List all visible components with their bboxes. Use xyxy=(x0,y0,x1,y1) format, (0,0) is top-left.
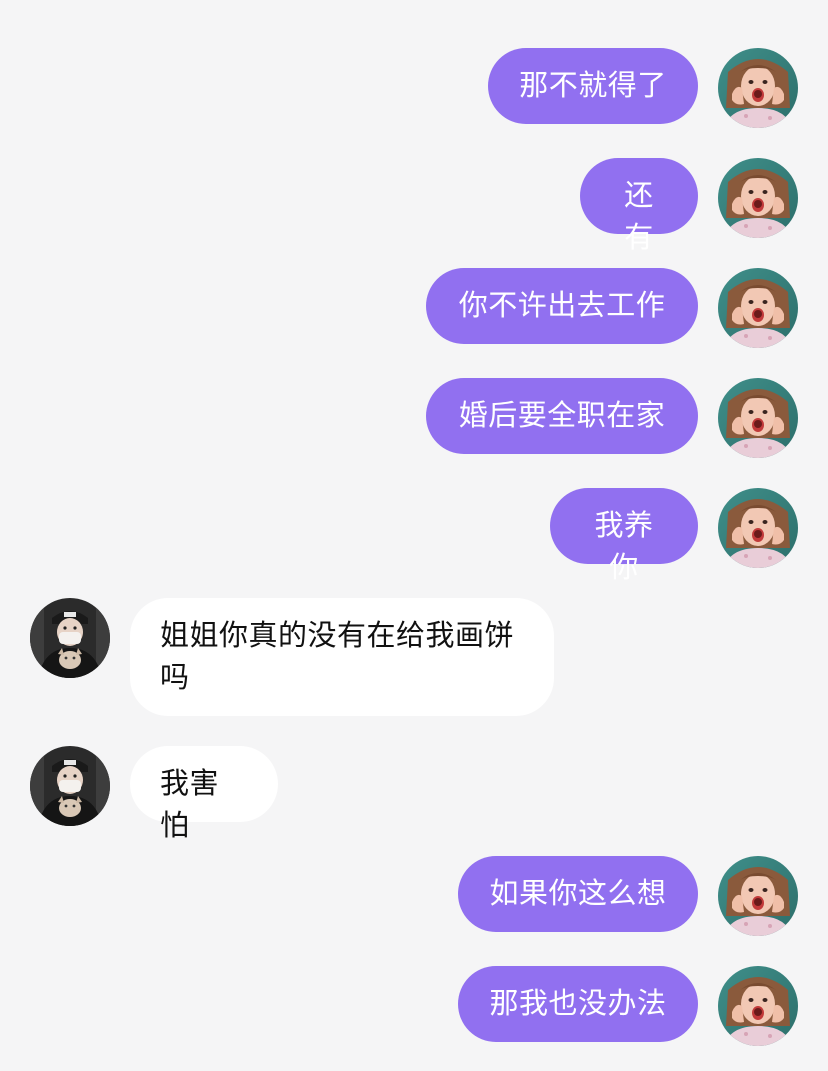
message-row-outgoing: 那我也没办法 xyxy=(0,966,828,1046)
self-avatar[interactable] xyxy=(718,268,798,348)
message-bubble-outgoing[interactable]: 我养你 xyxy=(550,488,698,584)
self-avatar[interactable] xyxy=(718,378,798,458)
self-avatar[interactable] xyxy=(718,48,798,128)
message-bubble-outgoing[interactable]: 如果你这么想 xyxy=(458,856,698,932)
other-avatar[interactable] xyxy=(30,598,110,678)
message-row-outgoing: 那不就得了 xyxy=(0,48,828,128)
message-row-incoming: 姐姐你真的没有在给我画饼吗 xyxy=(0,598,828,716)
message-bubble-outgoing[interactable]: 那我也没办法 xyxy=(458,966,698,1042)
self-avatar[interactable] xyxy=(718,856,798,936)
message-row-outgoing: 如果你这么想 xyxy=(0,856,828,936)
self-avatar[interactable] xyxy=(718,966,798,1046)
message-row-outgoing: 还有 xyxy=(0,158,828,254)
other-avatar[interactable] xyxy=(30,746,110,826)
chat-thread: 那不就得了 还有 你不许出去工作 婚后要全职在家 我养你 姐姐你真的没有在给我画… xyxy=(0,0,828,1071)
message-bubble-outgoing[interactable]: 你不许出去工作 xyxy=(426,268,698,344)
message-bubble-incoming[interactable]: 我害怕 xyxy=(130,746,278,842)
message-row-outgoing: 你不许出去工作 xyxy=(0,268,828,348)
message-bubble-outgoing[interactable]: 婚后要全职在家 xyxy=(426,378,698,454)
message-row-outgoing: 我养你 xyxy=(0,488,828,584)
message-bubble-outgoing[interactable]: 那不就得了 xyxy=(488,48,698,124)
message-row-outgoing: 婚后要全职在家 xyxy=(0,378,828,458)
self-avatar[interactable] xyxy=(718,488,798,568)
message-row-incoming: 我害怕 xyxy=(0,746,828,842)
message-bubble-incoming[interactable]: 姐姐你真的没有在给我画饼吗 xyxy=(130,598,554,716)
self-avatar[interactable] xyxy=(718,158,798,238)
message-bubble-outgoing[interactable]: 还有 xyxy=(580,158,698,254)
